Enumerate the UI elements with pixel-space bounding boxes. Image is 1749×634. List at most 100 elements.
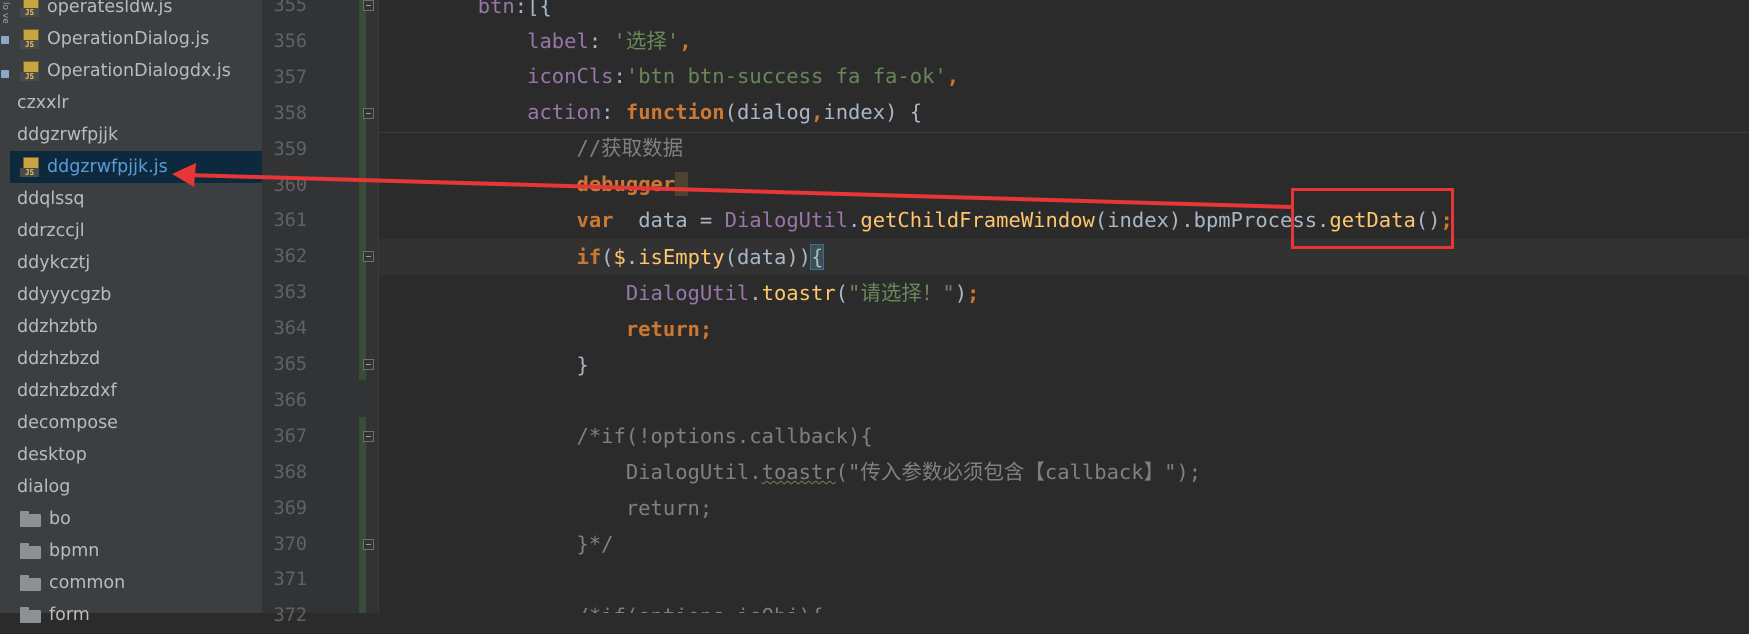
project-tree[interactable]: JS operatesldw.js JS OperationDialog.js JS Op…: [10, 0, 262, 625]
tree-item[interactable]: common: [10, 567, 262, 599]
fold-icon[interactable]: [363, 431, 374, 442]
tree-item[interactable]: JS OperationDialog.js: [10, 23, 262, 55]
fold-icon[interactable]: [363, 0, 374, 11]
code-token: label: [527, 29, 589, 53]
tree-item-label: decompose: [17, 413, 118, 433]
tree-item[interactable]: JS operatesldw.js: [10, 0, 262, 23]
tree-item-label: bo: [49, 509, 71, 529]
code-line-362[interactable]: if($.isEmpty(data)){: [379, 239, 825, 275]
tree-item[interactable]: desktop: [10, 439, 262, 471]
folder-icon: [20, 607, 41, 623]
tree-item[interactable]: ddqlssq: [10, 183, 262, 215]
code-token: return: [625, 317, 700, 341]
code-line-360[interactable]: debugger: [379, 166, 688, 202]
code-token: isEmpty: [638, 245, 725, 269]
tree-item-label: form: [49, 605, 90, 625]
code-line-357[interactable]: iconCls:'btn btn-success fa fa-ok',: [379, 58, 959, 94]
line-number: 364: [273, 318, 307, 340]
tree-item[interactable]: JS ddgzrwfpjjk.js: [10, 151, 262, 183]
code-token: '选择': [613, 29, 680, 53]
js-file-icon: JS: [20, 61, 39, 81]
tree-item[interactable]: ddrzccjl: [10, 215, 262, 247]
tree-item-label: bpmn: [49, 541, 100, 561]
tree-item-label: ddzhzbtb: [17, 317, 98, 337]
line-number: 359: [273, 138, 307, 160]
line-number: 365: [273, 354, 307, 375]
fold-icon[interactable]: [363, 108, 374, 119]
vcs-change-marker[interactable]: [359, 417, 366, 613]
code-line-363[interactable]: DialogUtil.toastr("请选择！");: [379, 275, 980, 311]
folder-icon: [20, 575, 41, 591]
code-token: "请选择！": [848, 281, 955, 305]
code-line-355[interactable]: btn:[{: [379, 0, 552, 24]
code-token: debugger: [576, 172, 676, 196]
tree-item-label: ddyyycgzb: [17, 285, 112, 305]
tree-item-label: desktop: [17, 445, 87, 465]
tree-item[interactable]: dialog: [10, 471, 262, 503]
code-comment: //获取数据: [576, 136, 684, 160]
code-token: :[{: [514, 0, 552, 18]
code-editor[interactable]: btn:[{ label: '选择', iconCls:'btn btn-suc…: [379, 0, 1749, 613]
tree-item-label: ddgzrwfpjjk: [17, 125, 119, 145]
code-token: function: [625, 100, 725, 124]
tree-item[interactable]: bpmn: [10, 535, 262, 567]
code-line-370[interactable]: }*/: [379, 526, 614, 562]
line-number: 363: [273, 282, 307, 304]
line-number: 355: [273, 0, 307, 16]
editor-gutter[interactable]: 355 356 357 358 359 360 361 362 363 364 365 366 367 3…: [262, 0, 379, 626]
tree-item[interactable]: ddykcztj: [10, 247, 262, 279]
fold-icon[interactable]: [363, 359, 374, 370]
fold-icon[interactable]: [363, 251, 374, 262]
code-line-359[interactable]: //获取数据: [379, 130, 683, 166]
code-comment: /*if(options.isObj){: [576, 604, 823, 613]
code-line-368[interactable]: DialogUtil.toastr("传入参数必须包含【callback】");: [379, 454, 1201, 490]
tree-item[interactable]: bo: [10, 503, 262, 535]
fold-icon[interactable]: [363, 539, 374, 550]
tree-item[interactable]: ddzhzbzdxf: [10, 375, 262, 407]
code-line-356[interactable]: label: '选择',: [379, 23, 691, 59]
code-comment: }*/: [576, 532, 614, 556]
line-number: 358: [273, 102, 307, 124]
line-number: 368: [273, 461, 307, 483]
vcs-change-marker[interactable]: [359, 0, 366, 380]
tree-item[interactable]: czxxlr: [10, 87, 262, 119]
code-line-367[interactable]: /*if(!options.callback){: [379, 418, 873, 454]
code-line-364[interactable]: return;: [379, 311, 712, 347]
code-comment: return;: [625, 496, 713, 520]
tree-item[interactable]: form: [10, 599, 262, 631]
tool-window-icon[interactable]: [1, 70, 9, 78]
js-file-icon: JS: [20, 29, 39, 49]
code-token: if: [576, 245, 602, 269]
tree-item[interactable]: JS OperationDialogdx.js: [10, 55, 262, 87]
line-number: 362: [273, 246, 307, 268]
code-line-372[interactable]: /*if(options.isObj){: [379, 598, 823, 613]
code-token: iconCls: [527, 64, 614, 88]
code-line-358[interactable]: action: function(dialog,index) {: [379, 94, 922, 130]
code-token: btn: [477, 0, 515, 18]
tree-item-label: czxxlr: [17, 93, 69, 113]
line-number: 366: [273, 389, 307, 411]
code-token: toastr: [761, 281, 836, 305]
line-number: 372: [273, 605, 307, 627]
tree-item-label: ddzhzbzd: [17, 349, 101, 369]
tool-window-icon[interactable]: [1, 36, 9, 44]
tree-item-label: ddrzccjl: [17, 221, 85, 241]
code-line-365[interactable]: }: [379, 347, 588, 383]
code-token: action: [527, 100, 602, 124]
tree-item-label: operatesldw.js: [47, 0, 173, 17]
tree-item[interactable]: ddgzrwfpjjk: [10, 119, 262, 151]
js-file-icon: JS: [20, 157, 39, 177]
code-token: DialogUtil: [724, 208, 849, 232]
line-number: 360: [273, 174, 307, 196]
tree-item[interactable]: ddzhzbzd: [10, 343, 262, 375]
tree-item[interactable]: ddzhzbtb: [10, 311, 262, 343]
code-token: var: [576, 208, 614, 232]
line-number: 356: [273, 30, 307, 52]
code-comment: /*if(!options.callback){: [576, 424, 873, 448]
tree-item-label: OperationDialogdx.js: [47, 61, 231, 81]
tree-item[interactable]: decompose: [10, 407, 262, 439]
tree-item-label: ddzhzbzdxf: [17, 381, 117, 401]
tree-item[interactable]: ddyyycgzb: [10, 279, 262, 311]
tree-item-label: ddgzrwfpjjk.js: [47, 157, 168, 177]
code-line-369[interactable]: return;: [379, 490, 712, 526]
